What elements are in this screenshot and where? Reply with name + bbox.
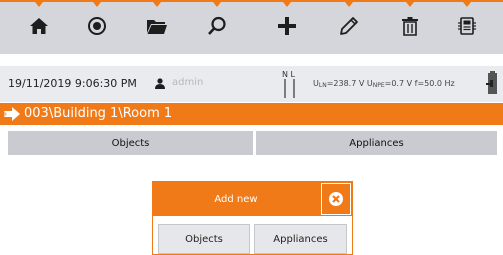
dialog-header: Add new [153, 182, 352, 216]
target-icon [88, 17, 106, 35]
datetime-label: 19/11/2019 9:06:30 PM [8, 77, 137, 90]
pencil-icon [340, 17, 358, 35]
voltage-readings: ULN=238.7 V UNPE=0.7 V f=50.0 Hz [313, 79, 455, 89]
tab-appliances[interactable]: Appliances [256, 131, 497, 155]
uln-sub: LN [318, 82, 327, 89]
unpe-sub: NPE [372, 82, 385, 89]
edit-button[interactable] [322, 2, 376, 50]
memory-folder-button[interactable] [130, 2, 184, 50]
location-arrow-icon [4, 107, 20, 121]
nl-connection-icon: N L [282, 70, 296, 98]
add-new-dialog: Add new Objects Appliances [152, 181, 353, 255]
tab-objects[interactable]: Objects [8, 131, 253, 155]
home-button[interactable] [12, 2, 66, 50]
battery-plug-icon [486, 71, 497, 94]
folder-icon [147, 20, 167, 34]
dialog-title: Add new [214, 193, 258, 205]
uln-value: =238.7 V [326, 79, 365, 88]
home-icon [30, 18, 48, 34]
toolbar-notch [93, 2, 101, 7]
user-icon [155, 78, 165, 89]
user-name: admin [172, 77, 204, 88]
toolbar-notch [213, 2, 221, 7]
nl-label: N L [282, 70, 296, 79]
delete-button[interactable] [383, 2, 437, 50]
toolbar-notch [153, 2, 161, 7]
toolbar-notch [283, 2, 291, 7]
plus-icon [278, 17, 296, 35]
unpe-value: =0.7 V [384, 79, 413, 88]
search-icon [208, 16, 226, 35]
toolbar-notch [35, 2, 43, 7]
breadcrumb-path: 003\Building 1\Room 1 [24, 106, 173, 121]
add-appliances-button[interactable]: Appliances [254, 224, 347, 254]
frequency-value: f=50.0 Hz [414, 79, 455, 88]
trash-icon [402, 17, 418, 36]
toolbar-notch [463, 2, 471, 7]
toolbar-notch [345, 2, 353, 7]
search-button[interactable] [190, 2, 244, 50]
breadcrumb: 003\Building 1\Room 1 [0, 103, 503, 125]
add-objects-button[interactable]: Objects [158, 224, 250, 254]
main-toolbar [0, 0, 503, 54]
add-button[interactable] [260, 2, 314, 50]
status-bar: 19/11/2019 9:06:30 PM admin N L ULN=238.… [0, 66, 503, 102]
toolbar-notch [406, 2, 414, 7]
measurement-button[interactable] [70, 2, 124, 50]
close-icon [329, 192, 343, 206]
memory-icon [458, 17, 476, 35]
close-button[interactable] [321, 183, 351, 215]
memory-card-button[interactable] [440, 2, 494, 50]
